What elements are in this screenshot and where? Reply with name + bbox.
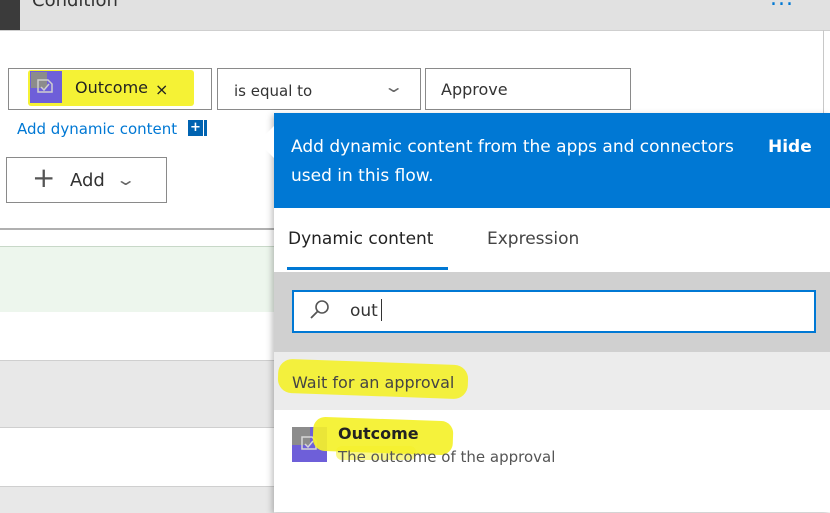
add-dynamic-content-link[interactable]: Add dynamic content	[17, 120, 177, 138]
value-text: Approve	[441, 80, 508, 99]
text-cursor	[381, 299, 382, 321]
search-icon	[310, 300, 329, 319]
panel-header-text: Add dynamic content from the apps and co…	[291, 137, 734, 186]
group-label: Wait for an approval	[292, 373, 455, 392]
dynamic-item-title[interactable]: Outcome	[338, 424, 419, 443]
chevron-down-icon: ⌄	[114, 170, 137, 189]
background-row	[0, 360, 274, 428]
condition-icon	[0, 0, 20, 30]
operator-value: is equal to	[234, 82, 313, 100]
condition-header	[0, 0, 830, 31]
background-row	[0, 246, 274, 312]
token-label: Outcome	[75, 78, 149, 97]
more-options-icon[interactable]: ...	[770, 0, 794, 11]
chevron-down-icon: ⌄	[382, 77, 405, 96]
divider	[0, 228, 274, 230]
add-button-label: Add	[70, 170, 105, 191]
active-tab-indicator	[287, 267, 448, 270]
dynamic-item-description[interactable]: The outcome of the approval	[338, 448, 555, 466]
background-row	[0, 486, 274, 513]
remove-token-icon[interactable]: ×	[155, 80, 168, 99]
condition-title: Condition	[32, 0, 118, 11]
hide-button[interactable]: Hide	[768, 137, 812, 157]
divider	[823, 30, 824, 120]
approvals-glyph-icon	[37, 79, 53, 93]
add-dynamic-content-icon[interactable]: +	[188, 120, 203, 136]
tab-expression[interactable]: Expression	[487, 229, 579, 249]
add-dynamic-content-icon-edge	[204, 120, 212, 136]
tab-dynamic-content[interactable]: Dynamic content	[288, 229, 433, 249]
panel-pointer	[258, 126, 274, 158]
plus-icon: +	[32, 161, 56, 194]
search-value: out	[350, 301, 378, 321]
